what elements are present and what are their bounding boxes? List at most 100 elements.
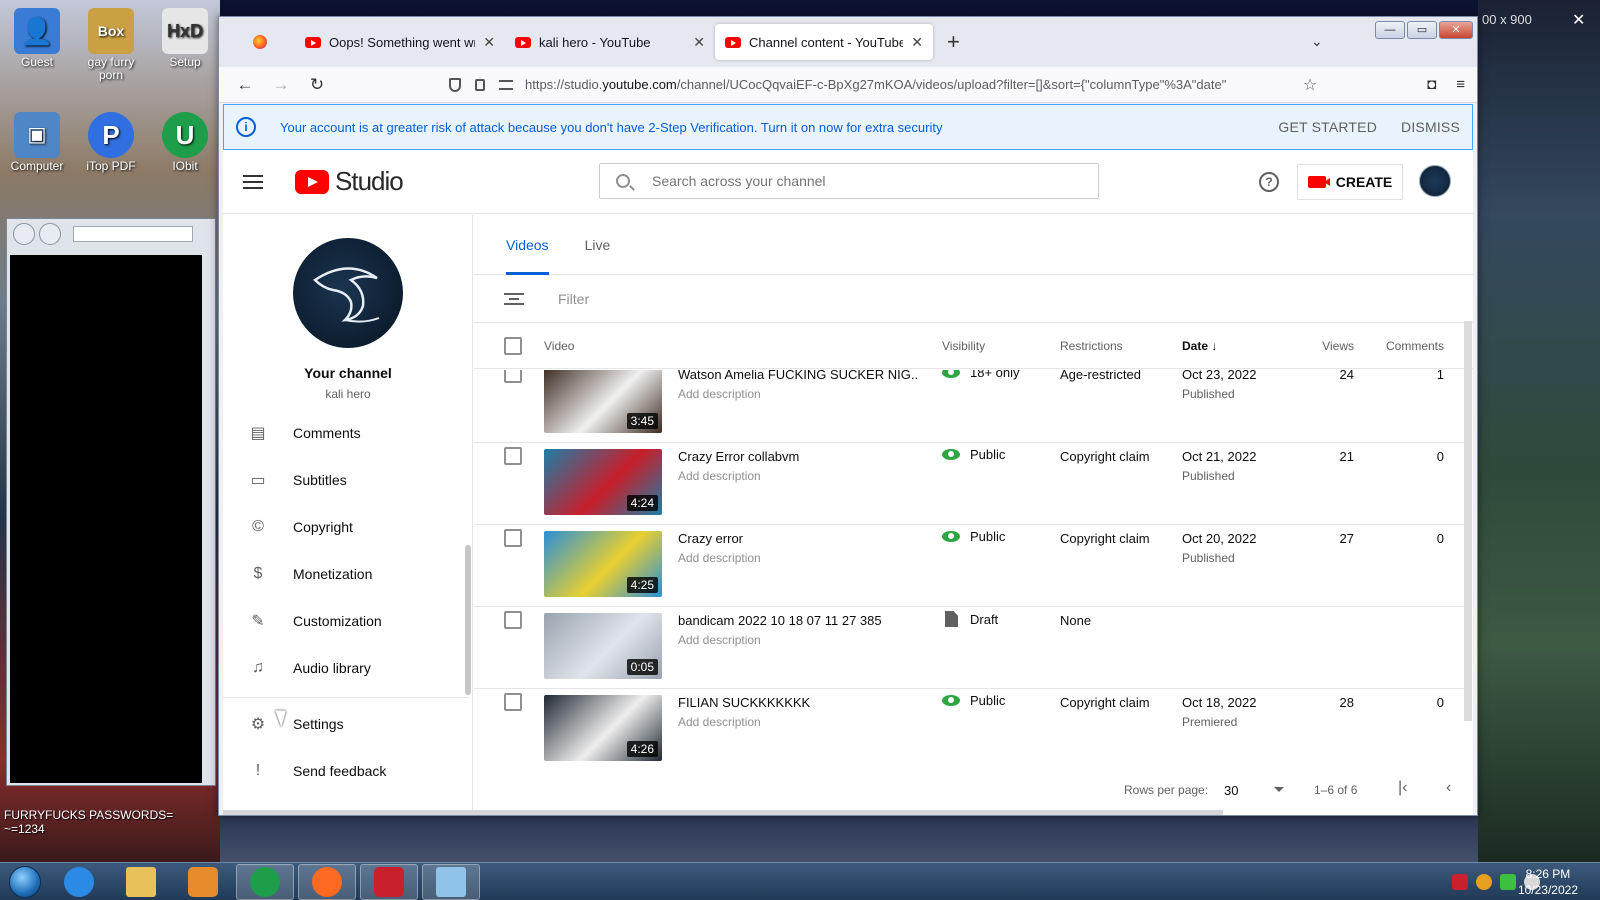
filter-input[interactable]: Filter [558, 291, 589, 307]
visibility-cell[interactable]: 18+ only [942, 370, 1020, 380]
tracking-shield-icon[interactable] [449, 77, 461, 92]
sidebar-scrollbar[interactable] [465, 545, 471, 695]
video-description[interactable]: Add description [678, 551, 761, 565]
hamburger-menu-icon[interactable] [243, 174, 263, 189]
close-icon[interactable]: ✕ [1572, 10, 1585, 30]
tab-live[interactable]: Live [585, 215, 611, 275]
horizontal-scrollbar[interactable] [223, 810, 1223, 815]
lock-icon[interactable] [475, 78, 485, 91]
video-thumbnail[interactable]: 3:45 [544, 370, 662, 433]
list-all-tabs-button[interactable]: ⌄ [1311, 33, 1323, 50]
background-window[interactable] [6, 218, 216, 786]
back-button[interactable]: ← [231, 71, 259, 99]
video-title[interactable]: Crazy Error collabvm [678, 449, 918, 464]
taskbar-ie[interactable] [50, 864, 108, 900]
tab-kali-hero[interactable]: kali hero - YouTube ✕ [505, 24, 715, 60]
row-checkbox[interactable] [504, 529, 522, 547]
sidebar-item-monetization[interactable]: $ Monetization [247, 554, 457, 594]
search-box[interactable] [599, 163, 1099, 199]
banner-text[interactable]: Your account is at greater risk of attac… [280, 120, 1254, 135]
visibility-cell[interactable]: Public [942, 447, 1005, 462]
visibility-cell[interactable]: Public [942, 693, 1005, 708]
chevron-down-icon[interactable] [1274, 787, 1284, 792]
sidebar-item-subtitles[interactable]: ▭ Subtitles [247, 460, 457, 500]
video-title[interactable]: Watson Amelia FUCKING SUCKER NIG... [678, 370, 918, 382]
tray-search-icon[interactable] [1476, 874, 1492, 890]
table-row[interactable]: 4:26 FILIAN SUCKKKKKKK Add description P… [474, 689, 1464, 765]
url-bar[interactable]: https://studio. youtube.com/channel/UCocQ… [449, 70, 1291, 100]
video-title[interactable]: bandicam 2022 10 18 07 11 27 385 [678, 613, 918, 628]
table-row[interactable]: 4:24 Crazy Error collabvm Add descriptio… [474, 443, 1464, 525]
taskbar-media-player[interactable] [174, 864, 232, 900]
video-thumbnail[interactable]: 0:05 [544, 613, 662, 679]
desktop-icon-box[interactable]: Box gay furry porn [76, 8, 146, 82]
forward-circle-button[interactable] [39, 223, 61, 245]
row-checkbox[interactable] [504, 447, 522, 465]
taskbar-explorer[interactable] [112, 864, 170, 900]
video-description[interactable]: Add description [678, 387, 761, 401]
desktop-icon-guest[interactable]: 👤 Guest [2, 8, 72, 69]
taskbar-bandicam[interactable] [360, 863, 418, 900]
desktop-icon-computer[interactable]: ▣ Computer [2, 112, 72, 173]
get-started-button[interactable]: GET STARTED [1278, 119, 1377, 135]
close-window-button[interactable]: ✕ [1439, 21, 1473, 39]
search-input[interactable] [652, 173, 1072, 189]
start-button[interactable] [0, 863, 50, 900]
pocket-icon[interactable]: ◘ [1427, 76, 1436, 93]
studio-logo-text[interactable]: Studio [335, 166, 404, 197]
sidebar-item-send-feedback[interactable]: ! Send feedback [247, 751, 457, 791]
sidebar-item-copyright[interactable]: © Copyright [247, 507, 457, 547]
visibility-cell[interactable]: Public [942, 529, 1005, 544]
background-address-field[interactable] [73, 226, 193, 242]
taskbar-iobit[interactable] [236, 863, 294, 900]
video-description[interactable]: Add description [678, 469, 761, 483]
sidebar-item-customization[interactable]: ✎ Customization [247, 601, 457, 641]
row-checkbox[interactable] [504, 693, 522, 711]
dismiss-button[interactable]: DISMISS [1401, 119, 1460, 135]
desktop-icon-setup[interactable]: HxD Setup [150, 8, 220, 69]
account-avatar[interactable] [1419, 165, 1451, 197]
first-page-button[interactable]: |‹ [1398, 779, 1407, 797]
desktop-icon-itop-pdf[interactable]: P iTop PDF [76, 112, 146, 173]
table-row[interactable]: 4:25 Crazy error Add description Public … [474, 525, 1464, 607]
tab-pinned-firefox[interactable] [225, 24, 295, 60]
tab-channel-content[interactable]: Channel content - YouTube Studio ✕ [715, 24, 933, 60]
tray-bandicam-icon[interactable] [1452, 874, 1468, 890]
rows-per-page-select[interactable]: 30 [1224, 783, 1238, 798]
filter-icon[interactable] [504, 292, 524, 305]
taskbar-firefox[interactable] [298, 863, 356, 900]
select-all-checkbox[interactable] [504, 336, 522, 355]
sidebar-item-comments[interactable]: ▤ Comments [247, 413, 457, 453]
create-button[interactable]: CREATE [1297, 164, 1403, 200]
video-description[interactable]: Add description [678, 633, 761, 647]
video-description[interactable]: Add description [678, 715, 761, 729]
close-tab-icon[interactable]: ✕ [911, 34, 923, 51]
tab-oops[interactable]: Oops! Something went wrong. ✕ [295, 24, 505, 60]
reload-button[interactable]: ↻ [303, 71, 331, 99]
table-row[interactable]: 3:45 Watson Amelia FUCKING SUCKER NIG...… [474, 370, 1464, 443]
video-thumbnail[interactable]: 4:25 [544, 531, 662, 597]
channel-avatar[interactable] [293, 238, 403, 348]
menu-icon[interactable]: ≡ [1456, 76, 1465, 93]
video-thumbnail[interactable]: 4:26 [544, 695, 662, 761]
new-tab-button[interactable]: + [947, 29, 960, 55]
close-tab-icon[interactable]: ✕ [483, 34, 495, 51]
help-icon[interactable]: ? [1259, 172, 1279, 192]
taskbar-app[interactable] [422, 863, 480, 900]
video-title[interactable]: FILIAN SUCKKKKKKK [678, 695, 918, 710]
row-checkbox[interactable] [504, 370, 522, 383]
bookmark-star-icon[interactable]: ☆ [1303, 75, 1317, 95]
column-date-sort[interactable]: Date ↓ [1182, 339, 1217, 353]
minimize-button[interactable]: — [1375, 21, 1405, 39]
close-tab-icon[interactable]: ✕ [693, 34, 705, 51]
youtube-logo-icon[interactable] [295, 169, 329, 194]
forward-button[interactable]: → [267, 71, 295, 99]
table-row[interactable]: 0:05 bandicam 2022 10 18 07 11 27 385 Ad… [474, 607, 1464, 689]
video-title[interactable]: Crazy error [678, 531, 918, 546]
visibility-cell[interactable]: Draft [942, 611, 998, 627]
sidebar-item-audio-library[interactable]: ♫ Audio library [247, 648, 457, 688]
back-circle-button[interactable] [13, 223, 35, 245]
video-thumbnail[interactable]: 4:24 [544, 449, 662, 515]
previous-page-button[interactable]: ‹ [1446, 779, 1451, 797]
tab-videos[interactable]: Videos [506, 215, 549, 275]
